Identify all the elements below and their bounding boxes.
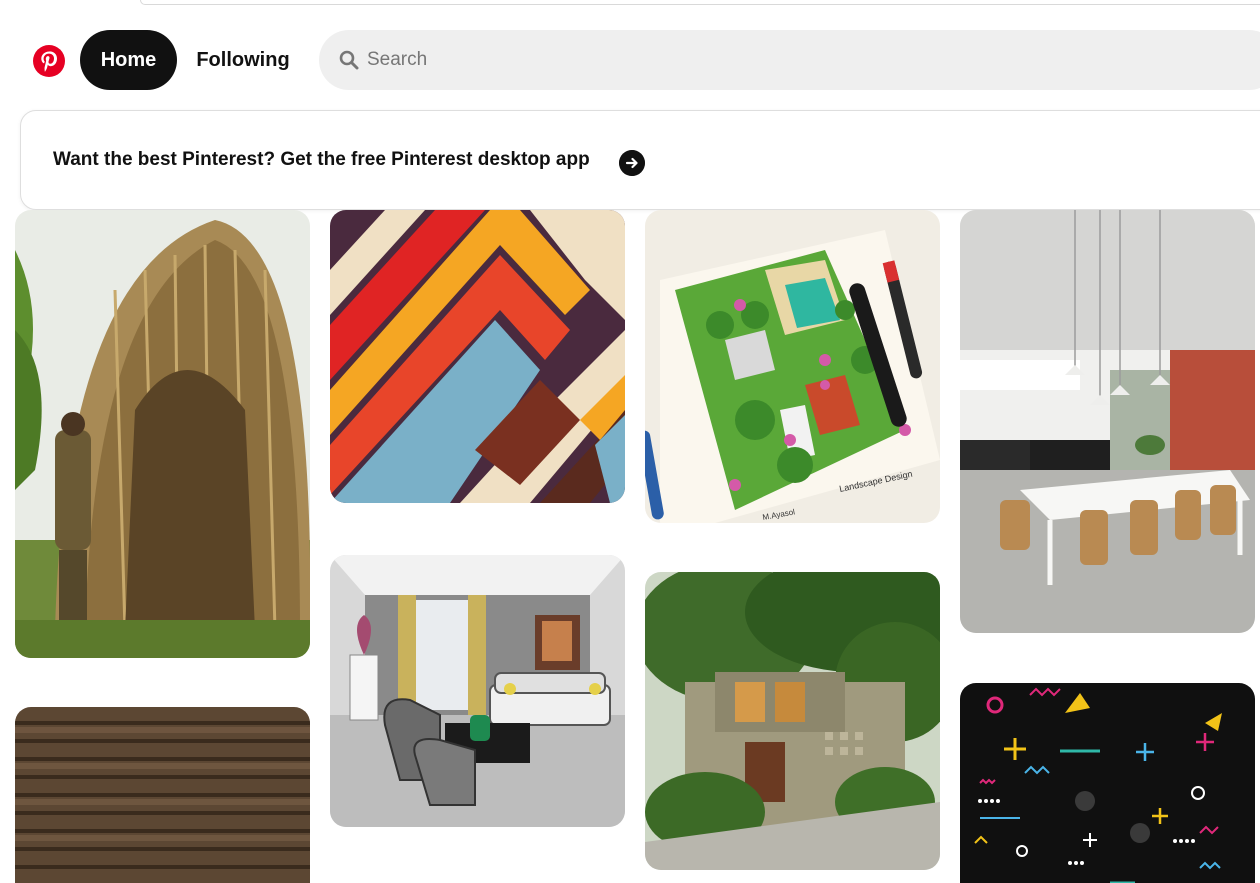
pin-image: [960, 210, 1255, 633]
pin-dining-interior[interactable]: [960, 210, 1255, 633]
pin-bamboo-hut[interactable]: [15, 210, 310, 658]
nav-home-tab[interactable]: Home: [80, 30, 177, 90]
pin-image: [645, 572, 940, 870]
top-header: Home Following: [0, 24, 1260, 98]
pin-image: [15, 210, 310, 658]
search-input[interactable]: [367, 40, 1247, 80]
pin-interior-sketch[interactable]: [330, 555, 625, 827]
pin-memphis-pattern[interactable]: [960, 683, 1255, 883]
nav-home-label: Home: [100, 48, 157, 71]
pin-geometric-art[interactable]: [330, 210, 625, 503]
pin-image: [960, 683, 1255, 883]
nav-following-label: Following: [196, 48, 290, 71]
pin-image: Landscape Design M.Ayasol: [645, 210, 940, 523]
pinterest-logo-icon[interactable]: [32, 44, 66, 78]
pin-landscape-plan[interactable]: Landscape Design M.Ayasol: [645, 210, 940, 523]
pin-wood-slats[interactable]: [15, 707, 310, 883]
pin-image: [330, 555, 625, 827]
search-icon: [339, 50, 359, 70]
pin-image: [15, 707, 310, 883]
pin-modern-house[interactable]: [645, 572, 940, 870]
banner-text: Want the best Pinterest? Get the free Pi…: [53, 149, 590, 170]
browser-top-strip: [0, 0, 1260, 6]
arrow-right-icon[interactable]: [619, 150, 645, 176]
desktop-app-banner[interactable]: Want the best Pinterest? Get the free Pi…: [20, 110, 1260, 210]
pin-image: [330, 210, 625, 503]
search-bar[interactable]: [319, 30, 1260, 90]
nav-following-tab[interactable]: Following: [183, 30, 303, 90]
